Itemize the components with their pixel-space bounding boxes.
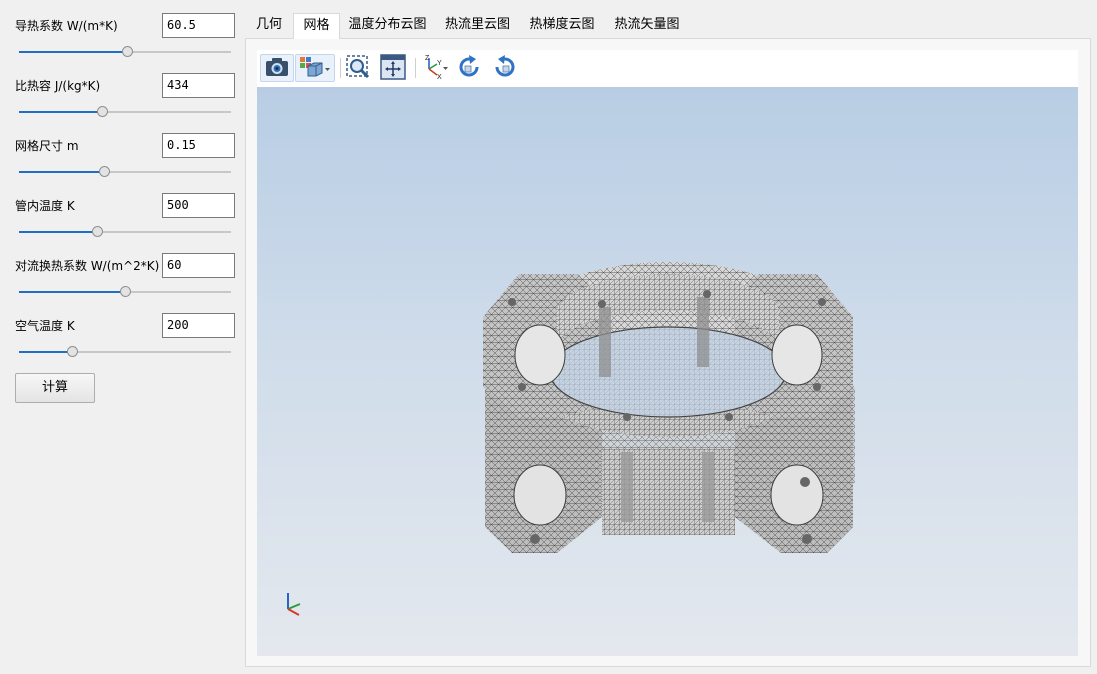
fit-all-button[interactable] — [378, 53, 408, 83]
thermal-conductivity-label: 导热系数 W/(m*K) — [15, 19, 118, 33]
zoom-fit-icon — [345, 54, 371, 83]
air-temperature-input[interactable]: 200 — [162, 313, 235, 338]
pipe-temperature-slider[interactable] — [19, 225, 231, 239]
slider-thumb[interactable] — [96, 106, 108, 117]
mesh-size-input[interactable]: 0.15 — [162, 133, 235, 158]
slider-thumb[interactable] — [98, 166, 110, 177]
tab-mesh[interactable]: 网格 — [293, 13, 340, 39]
calculate-button[interactable]: 计算 — [15, 373, 95, 403]
axis-x-letter: X — [437, 74, 442, 80]
tab-thermal-gradient-contour[interactable]: 热梯度云图 — [520, 13, 604, 39]
axes-icon: Z Y X — [420, 54, 450, 83]
camera-icon — [264, 56, 290, 81]
rotate-ccw-icon — [492, 54, 518, 83]
specific-heat-input[interactable]: 434 — [162, 73, 235, 98]
axis-triad-icon — [287, 593, 301, 616]
mesh-size-label: 网格尺寸 m — [15, 139, 79, 153]
convection-coefficient-label: 对流换热系数 W/(m^2*K) — [15, 259, 160, 273]
app-window: 导热系数 W/(m*K) 60.5 比热容 J/(kg*K) 434 网格尺寸 … — [0, 0, 1097, 674]
view-orientation-button[interactable] — [295, 54, 335, 82]
view-cube-icon — [298, 55, 332, 82]
zoom-window-button[interactable] — [343, 54, 373, 82]
screenshot-button[interactable] — [260, 54, 294, 82]
slider-thumb[interactable] — [67, 346, 78, 357]
pipe-temperature-label: 管内温度 K — [15, 199, 75, 213]
thermal-conductivity-input[interactable]: 60.5 — [162, 13, 235, 38]
rotate-cw-icon — [456, 54, 482, 83]
tab-heat-flux-vector[interactable]: 热流矢量图 — [604, 13, 690, 39]
slider-thumb[interactable] — [120, 286, 131, 297]
3d-viewport[interactable] — [257, 87, 1078, 656]
viewer-toolbar: Z Y X — [257, 50, 1078, 87]
tab-temperature-contour[interactable]: 温度分布云图 — [340, 13, 435, 39]
air-temperature-label: 空气温度 K — [15, 319, 75, 333]
tab-heat-flux-contour[interactable]: 热流里云图 — [435, 13, 520, 39]
rotate-clockwise-button[interactable] — [455, 54, 483, 82]
tab-geometry[interactable]: 几何 — [245, 13, 293, 39]
pipe-temperature-input[interactable]: 500 — [162, 193, 235, 218]
air-temperature-slider[interactable] — [19, 345, 231, 359]
slider-thumb[interactable] — [92, 226, 104, 237]
axis-y-letter: Y — [437, 60, 442, 67]
slider-thumb[interactable] — [122, 46, 134, 57]
mesh-viewer: Z Y X — [257, 50, 1078, 656]
mesh-model — [287, 262, 855, 616]
axes-orientation-button[interactable]: Z Y X — [419, 54, 451, 82]
mesh-size-slider[interactable] — [19, 165, 231, 179]
convection-coefficient-slider[interactable] — [19, 285, 231, 299]
fit-all-icon — [380, 53, 406, 83]
axis-z-letter: Z — [425, 55, 430, 62]
specific-heat-label: 比热容 J/(kg*K) — [15, 79, 101, 93]
convection-coefficient-input[interactable]: 60 — [162, 253, 235, 278]
thermal-conductivity-slider[interactable] — [19, 45, 231, 59]
rotate-counterclockwise-button[interactable] — [491, 54, 519, 82]
specific-heat-slider[interactable] — [19, 105, 231, 119]
